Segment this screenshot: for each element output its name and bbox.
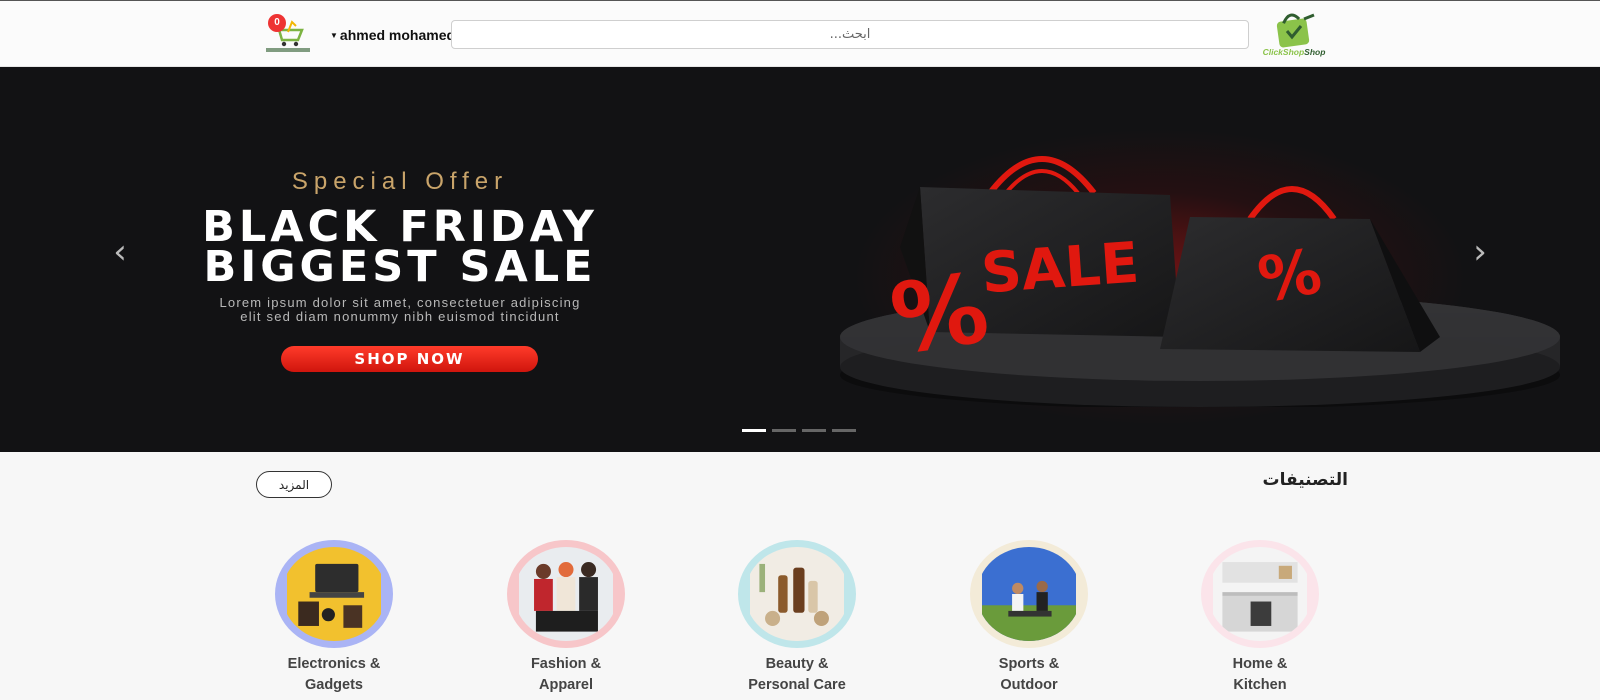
category-label-line-2: Gadgets bbox=[304, 677, 363, 693]
categories-title: التصنيفات bbox=[1262, 470, 1348, 490]
electronics-image bbox=[282, 547, 386, 641]
offer-text: Special Offer bbox=[291, 168, 509, 195]
caret-down-icon: ▼ bbox=[330, 30, 338, 40]
category-item[interactable]: Electronics & Gadgets bbox=[254, 540, 414, 696]
carousel-dot[interactable] bbox=[772, 429, 796, 432]
headline-line-1: BLACK FRIDAY bbox=[202, 202, 598, 252]
sale-bags-image: SALE % % bbox=[840, 156, 1560, 407]
top-header: 0 ▼ ahmed mohamed ClickShopShop bbox=[0, 0, 1600, 67]
more-button[interactable]: المزيد bbox=[256, 471, 332, 498]
art-percent-large: % bbox=[884, 252, 995, 376]
category-item[interactable]: Sports & Outdoor bbox=[949, 540, 1109, 696]
cart-count-badge: 0 bbox=[268, 14, 286, 32]
body-line-1: Lorem ipsum dolor sit amet, consectetuer… bbox=[219, 295, 581, 310]
category-label: Electronics & Gadgets bbox=[254, 654, 414, 696]
brand-name: ClickShopShop bbox=[1262, 47, 1326, 57]
carousel-prev-icon[interactable]: ‹ bbox=[108, 235, 132, 269]
category-label: Fashion & Apparel bbox=[486, 654, 646, 696]
category-label-line-2: Personal Care bbox=[748, 677, 846, 693]
category-label-line-2: Kitchen bbox=[1233, 677, 1287, 693]
carousel-dot[interactable] bbox=[802, 429, 826, 432]
category-item[interactable]: Beauty & Personal Care bbox=[717, 540, 877, 696]
carousel-dot[interactable] bbox=[742, 429, 766, 432]
carousel-next-icon[interactable]: › bbox=[1468, 235, 1492, 269]
category-image-ring bbox=[970, 540, 1088, 648]
art-percent-small: % bbox=[1253, 234, 1327, 317]
carousel-dot[interactable] bbox=[832, 429, 856, 432]
category-image-ring bbox=[507, 540, 625, 648]
art-sale-text: SALE bbox=[979, 231, 1141, 307]
hero-headline: BLACK FRIDAY BIGGEST SALE bbox=[120, 202, 680, 292]
cart-logo[interactable]: 0 bbox=[262, 12, 314, 54]
carousel-indicators bbox=[742, 429, 856, 432]
category-label-line-1: Fashion & bbox=[530, 656, 602, 672]
user-menu[interactable]: ▼ ahmed mohamed bbox=[330, 25, 455, 45]
beauty-image bbox=[745, 547, 849, 641]
category-label: Beauty & Personal Care bbox=[717, 654, 877, 696]
category-label-line-1: Home & bbox=[1232, 656, 1288, 672]
headline-line-2: BIGGEST SALE bbox=[203, 242, 597, 292]
category-label-line-1: Sports & bbox=[998, 656, 1060, 672]
fashion-image bbox=[514, 547, 618, 641]
shop-now-button[interactable]: SHOP NOW bbox=[281, 346, 538, 372]
category-label-line-2: Apparel bbox=[539, 677, 593, 693]
brand-logo[interactable]: ClickShopShop bbox=[1254, 11, 1334, 61]
hero-body-text: Lorem ipsum dolor sit amet, consectetuer… bbox=[120, 296, 680, 324]
category-image-ring bbox=[738, 540, 856, 648]
category-label-line-1: Beauty & bbox=[765, 656, 829, 672]
category-item[interactable]: Fashion & Apparel bbox=[486, 540, 646, 696]
search-input[interactable] bbox=[451, 20, 1249, 49]
category-item[interactable]: Home & Kitchen bbox=[1180, 540, 1340, 696]
category-label-line-1: Electronics & bbox=[287, 656, 381, 672]
brand-bag-icon bbox=[1276, 13, 1315, 48]
category-label: Home & Kitchen bbox=[1180, 654, 1340, 696]
kitchen-image bbox=[1208, 547, 1312, 641]
category-label-line-2: Outdoor bbox=[1000, 677, 1058, 693]
user-name: ahmed mohamed bbox=[339, 27, 456, 43]
category-image-ring bbox=[275, 540, 393, 648]
sports-image bbox=[977, 547, 1081, 641]
body-line-2: elit sed diam nonummy nibh euismod tinci… bbox=[240, 309, 560, 324]
hero-carousel: SALE % % Special Offer BLACK FRIDAY BIGG… bbox=[0, 67, 1600, 452]
category-image-ring bbox=[1201, 540, 1319, 648]
category-label: Sports & Outdoor bbox=[949, 654, 1109, 696]
